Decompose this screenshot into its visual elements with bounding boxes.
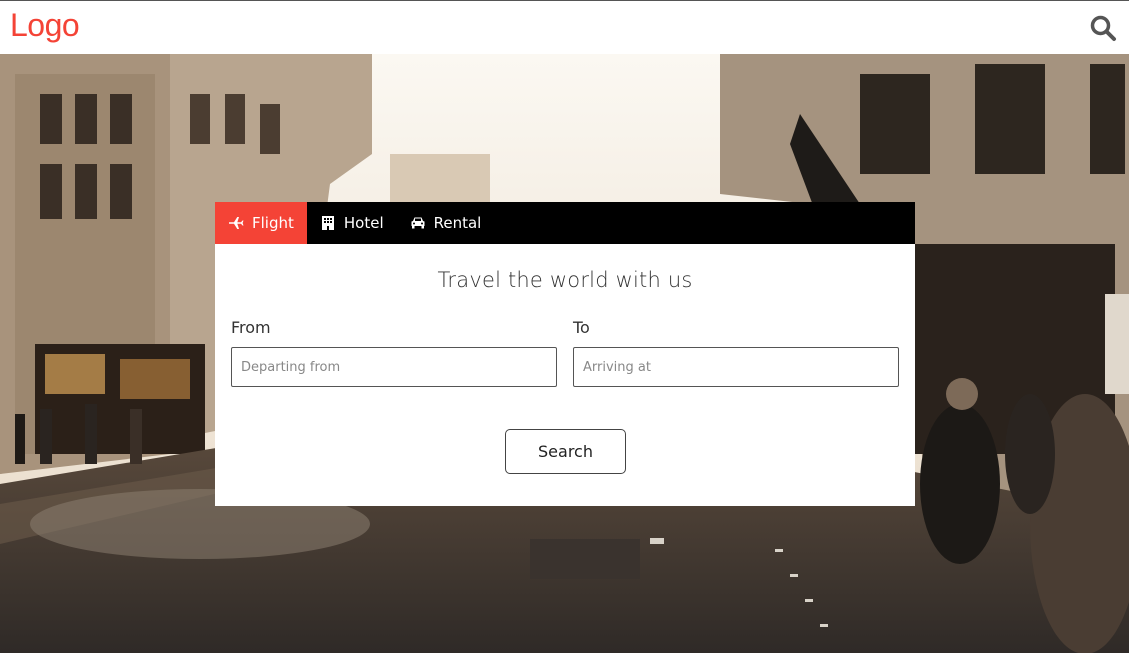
from-label: From xyxy=(231,318,271,337)
building-icon xyxy=(321,216,334,230)
tab-rental-label: Rental xyxy=(433,214,482,232)
search-icon[interactable] xyxy=(1089,14,1117,42)
search-button[interactable]: Search xyxy=(505,429,626,474)
departing-from-input[interactable] xyxy=(231,347,557,387)
tab-hotel-label: Hotel xyxy=(343,214,384,232)
to-label: To xyxy=(573,318,590,337)
tab-rental[interactable]: Rental xyxy=(397,202,495,244)
car-icon xyxy=(411,217,425,229)
panel-heading: Travel the world with us xyxy=(437,268,693,292)
logo[interactable]: Logo xyxy=(10,7,80,43)
booking-tabs: Flight Hotel Rental xyxy=(215,202,915,244)
tab-hotel[interactable]: Hotel xyxy=(307,202,397,244)
booking-panel: Flight Hotel Rental Travel the world wit… xyxy=(215,202,915,506)
tab-flight-label: Flight xyxy=(252,214,294,232)
airplane-icon xyxy=(229,217,244,229)
arriving-at-input[interactable] xyxy=(573,347,899,387)
top-navbar: Logo xyxy=(0,0,1129,54)
tab-flight[interactable]: Flight xyxy=(215,202,307,244)
